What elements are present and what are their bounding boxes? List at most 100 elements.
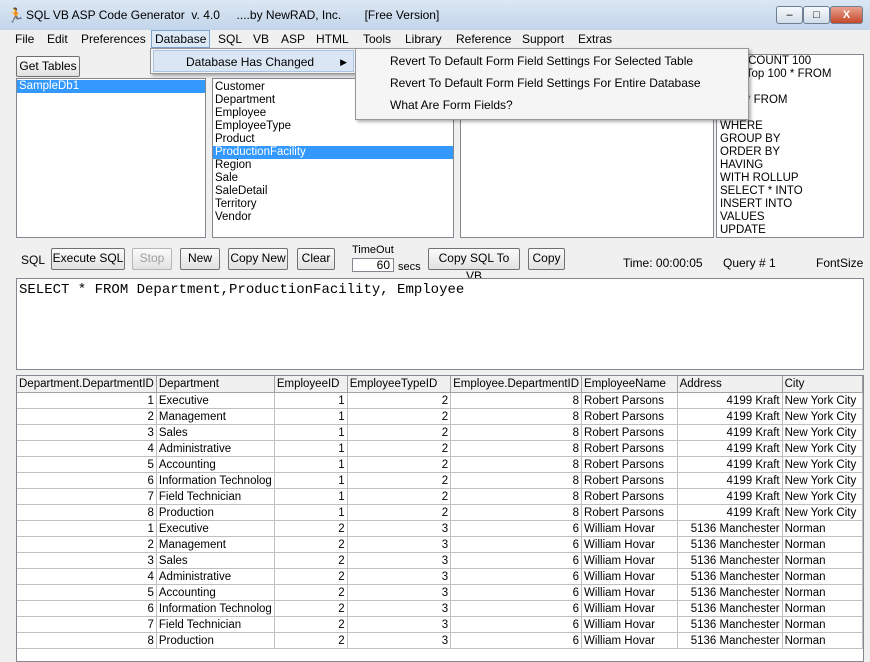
table-cell: 8 xyxy=(17,504,157,521)
menu-item-revert-selected-table[interactable]: Revert To Default Form Field Settings Fo… xyxy=(390,50,693,72)
keyword-list-item[interactable]: WHERE xyxy=(717,120,863,133)
table-cell: 1 xyxy=(17,392,157,409)
column-header[interactable]: Department xyxy=(156,376,275,393)
database-list[interactable]: SampleDb1 xyxy=(16,78,206,238)
menu-edit[interactable]: Edit xyxy=(47,31,68,47)
column-header[interactable]: Department.DepartmentID xyxy=(17,376,157,393)
table-row[interactable]: 2 Management 1 2 8 Robert Parsons 4199 Kraft Ne… xyxy=(17,408,863,425)
table-row[interactable]: 5 Accounting 1 2 8 Robert Parsons 4199 Kraft Ne… xyxy=(17,456,863,473)
table-row[interactable]: 1 Executive 2 3 6 William Hovar 5136 Mancheste… xyxy=(17,520,863,537)
app-icon[interactable]: 🏃 xyxy=(7,7,24,23)
table-list-item[interactable]: Product xyxy=(213,133,453,146)
column-header[interactable]: EmployeeName xyxy=(581,376,678,393)
table-list-item[interactable]: EmployeeType xyxy=(213,120,453,133)
menu-extras[interactable]: Extras xyxy=(578,31,612,47)
table-list-item[interactable]: Sale xyxy=(213,172,453,185)
menu-support[interactable]: Support xyxy=(522,31,564,47)
close-button[interactable]: X xyxy=(830,6,863,24)
stop-button[interactable]: Stop xyxy=(132,248,172,270)
menu-item-revert-entire-database[interactable]: Revert To Default Form Field Settings Fo… xyxy=(390,72,701,94)
table-cell: New York City xyxy=(782,392,863,409)
keyword-list-item[interactable]: GROUP BY xyxy=(717,133,863,146)
menu-sql[interactable]: SQL xyxy=(218,31,242,47)
table-row[interactable]: 6 Information Technolog 2 3 6 William Hovar 51… xyxy=(17,600,863,617)
table-row[interactable]: 3 Sales 2 3 6 William Hovar 5136 Manchester Nor… xyxy=(17,552,863,569)
database-item[interactable]: SampleDb1 xyxy=(17,80,205,93)
sql-label: SQL xyxy=(21,253,46,267)
menu-file[interactable]: File xyxy=(15,31,34,47)
table-cell: 1 xyxy=(274,456,348,473)
execute-sql-button[interactable]: Execute SQL xyxy=(51,248,125,270)
table-cell: 6 xyxy=(450,536,583,553)
new-button[interactable]: New xyxy=(180,248,220,270)
table-cell: 6 xyxy=(450,632,583,649)
table-cell: Executive xyxy=(156,520,275,537)
table-cell: Norman xyxy=(782,600,863,617)
table-row[interactable]: 3 Sales 1 2 8 Robert Parsons 4199 Kraft New Yor… xyxy=(17,424,863,441)
menu-html[interactable]: HTML xyxy=(316,31,349,47)
copy-sql-to-vb-button[interactable]: Copy SQL To VB xyxy=(428,248,520,283)
timeout-input[interactable]: 60 xyxy=(352,258,394,272)
submenu-arrow-icon: ▶ xyxy=(340,57,347,67)
menu-reference[interactable]: Reference xyxy=(456,31,511,47)
table-cell: 1 xyxy=(274,392,348,409)
copy-new-button[interactable]: Copy New xyxy=(228,248,288,270)
table-list-item[interactable]: Territory xyxy=(213,198,453,211)
fontsize-label[interactable]: FontSize xyxy=(816,256,863,270)
results-grid[interactable]: Department.DepartmentID Department Employe… xyxy=(16,375,864,662)
table-cell: Robert Parsons xyxy=(581,488,678,505)
sql-editor[interactable]: SELECT * FROM Department,ProductionFacil… xyxy=(16,278,864,370)
table-row[interactable]: 8 Production 2 3 6 William Hovar 5136 Manchest… xyxy=(17,632,863,649)
database-has-changed-label: Database Has Changed xyxy=(186,55,315,69)
keyword-list-item[interactable]: WITH ROLLUP xyxy=(717,172,863,185)
column-header[interactable]: EmployeeTypeID xyxy=(347,376,452,393)
table-cell: 2 xyxy=(274,552,348,569)
menu-preferences[interactable]: Preferences xyxy=(81,31,146,47)
table-row[interactable]: 2 Management 2 3 6 William Hovar 5136 Manchest… xyxy=(17,536,863,553)
maximize-button[interactable]: □ xyxy=(803,6,830,24)
table-list-item[interactable]: ProductionFacility xyxy=(213,146,453,159)
column-header[interactable]: Address xyxy=(677,376,783,393)
table-list-item[interactable]: Region xyxy=(213,159,453,172)
clear-button[interactable]: Clear xyxy=(297,248,335,270)
table-list-item[interactable]: Vendor xyxy=(213,211,453,224)
table-cell: Sales xyxy=(156,552,275,569)
menu-vb[interactable]: VB xyxy=(253,31,269,47)
window-title: SQL VB ASP Code Generator v. 4.0 ....by … xyxy=(26,8,440,22)
table-row[interactable]: 1 Executive 1 2 8 Robert Parsons 4199 Kraft New… xyxy=(17,392,863,409)
keyword-list-item[interactable]: HAVING xyxy=(717,159,863,172)
table-row[interactable]: 6 Information Technolog 1 2 8 Robert Parsons 4… xyxy=(17,472,863,489)
table-list-item[interactable]: SaleDetail xyxy=(213,185,453,198)
menu-database[interactable]: Database xyxy=(151,30,211,48)
table-cell: 5136 Manchester xyxy=(677,520,783,537)
menu-item-what-are-form-fields[interactable]: What Are Form Fields? xyxy=(390,94,513,116)
menu-item-database-has-changed[interactable]: Database Has Changed ▶ xyxy=(153,50,354,72)
table-cell: 2 xyxy=(347,424,452,441)
keyword-list-item[interactable]: SELECT * INTO xyxy=(717,185,863,198)
table-row[interactable]: 4 Administrative 2 3 6 William Hovar 5136 Manc… xyxy=(17,568,863,585)
table-row[interactable]: 7 Field Technician 2 3 6 William Hovar 5136 Ma… xyxy=(17,616,863,633)
copy-button[interactable]: Copy xyxy=(528,248,565,270)
get-tables-button[interactable]: Get Tables xyxy=(16,56,80,77)
column-header[interactable]: EmployeeID xyxy=(274,376,348,393)
table-cell: Norman xyxy=(782,552,863,569)
table-cell: 4199 Kraft xyxy=(677,440,783,457)
table-cell: 3 xyxy=(347,536,452,553)
menu-asp[interactable]: ASP xyxy=(281,31,305,47)
menu-library[interactable]: Library xyxy=(405,31,442,47)
keyword-list-item[interactable]: ORDER BY xyxy=(717,146,863,159)
table-row[interactable]: 7 Field Technician 1 2 8 Robert Parsons 4199 K… xyxy=(17,488,863,505)
keyword-list-item[interactable]: INSERT INTO xyxy=(717,198,863,211)
keyword-list-item[interactable]: VALUES xyxy=(717,211,863,224)
column-header[interactable]: City xyxy=(782,376,863,393)
table-cell: 1 xyxy=(274,408,348,425)
minimize-button[interactable]: – xyxy=(776,6,803,24)
table-row[interactable]: 8 Production 1 2 8 Robert Parsons 4199 Kraft Ne… xyxy=(17,504,863,521)
menu-tools[interactable]: Tools xyxy=(363,31,391,47)
table-cell: 3 xyxy=(347,584,452,601)
keyword-list-item[interactable]: UPDATE xyxy=(717,224,863,237)
table-cell: 4199 Kraft xyxy=(677,472,783,489)
column-header[interactable]: Employee.DepartmentID xyxy=(450,376,583,393)
table-row[interactable]: 4 Administrative 1 2 8 Robert Parsons 4199 Kra… xyxy=(17,440,863,457)
table-row[interactable]: 5 Accounting 2 3 6 William Hovar 5136 Manchest… xyxy=(17,584,863,601)
